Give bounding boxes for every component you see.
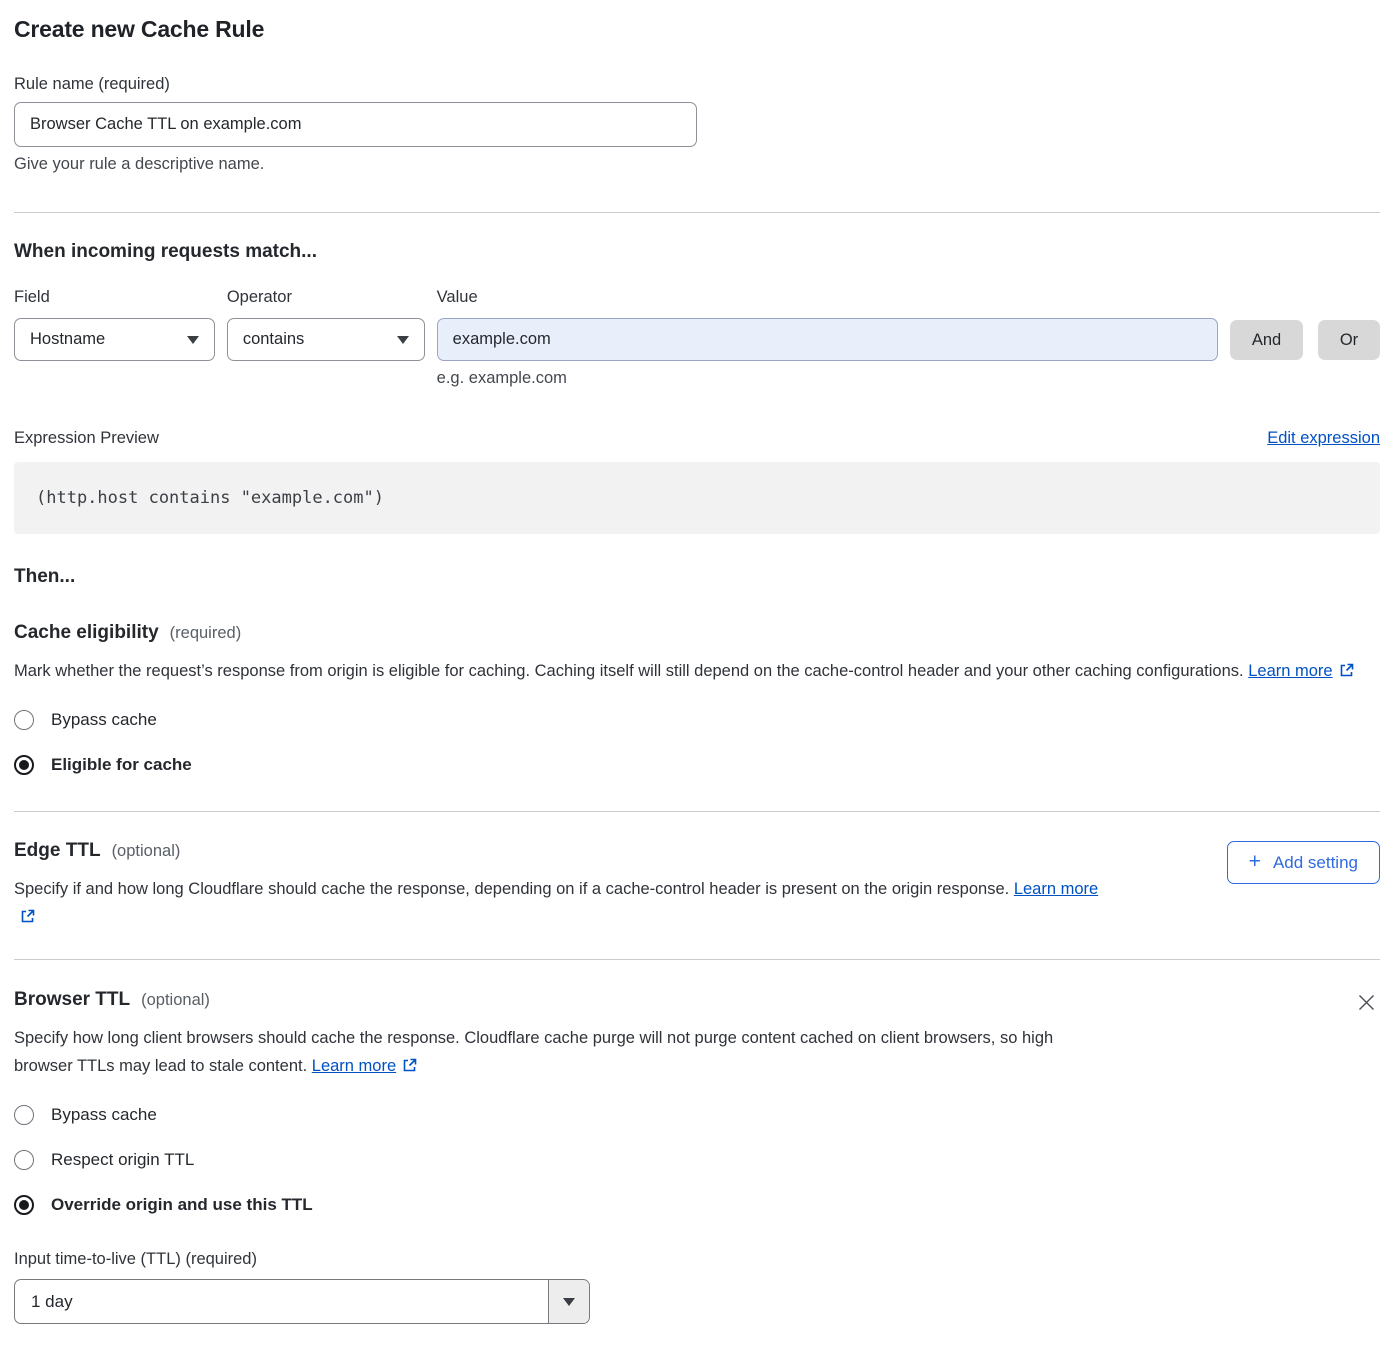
ttl-select[interactable]: 1 day <box>14 1279 590 1324</box>
or-button[interactable]: Or <box>1318 320 1380 360</box>
radio-label: Bypass cache <box>51 1105 157 1125</box>
radio-icon <box>14 710 34 730</box>
edge-ttl-learn-more-link[interactable]: Learn more <box>1014 880 1098 898</box>
radio-bypass-cache[interactable]: Bypass cache <box>14 710 1380 730</box>
radio-respect-origin-ttl[interactable]: Respect origin TTL <box>14 1150 1380 1170</box>
radio-eligible-for-cache[interactable]: Eligible for cache <box>14 755 1380 775</box>
external-link-icon <box>402 1058 417 1073</box>
radio-label: Respect origin TTL <box>51 1150 194 1170</box>
browser-ttl-description: Specify how long client browsers should … <box>14 1024 1109 1080</box>
rule-name-helper: Give your rule a descriptive name. <box>14 155 1380 174</box>
close-icon <box>1357 993 1376 1012</box>
cache-eligibility-title: Cache eligibility <box>14 620 159 646</box>
page-title: Create new Cache Rule <box>14 14 1380 44</box>
value-input[interactable]: example.com <box>437 318 1218 361</box>
operator-label: Operator <box>227 285 425 309</box>
match-condition-row: Field Hostname Operator contains Value e… <box>14 285 1380 388</box>
radio-checked-icon <box>14 755 34 775</box>
chevron-down-icon <box>563 1298 575 1306</box>
field-label: Field <box>14 285 215 309</box>
divider <box>14 811 1380 812</box>
value-input-value: example.com <box>453 330 551 349</box>
ttl-select-arrow[interactable] <box>548 1280 589 1323</box>
edit-expression-link[interactable]: Edit expression <box>1267 429 1380 448</box>
ttl-input-label: Input time-to-live (TTL) (required) <box>14 1247 1380 1271</box>
edge-ttl-badge: (optional) <box>112 842 181 861</box>
edge-ttl-heading-row: Edge TTL (optional) <box>14 838 1227 864</box>
radio-browser-bypass-cache[interactable]: Bypass cache <box>14 1105 1380 1125</box>
field-select[interactable]: Hostname <box>14 318 215 361</box>
add-setting-button[interactable]: + Add setting <box>1227 841 1380 884</box>
cache-eligibility-learn-more-link[interactable]: Learn more <box>1248 662 1332 680</box>
then-heading: Then... <box>14 564 1380 590</box>
chevron-down-icon <box>187 336 199 344</box>
cache-eligibility-heading-row: Cache eligibility (required) <box>14 620 1380 646</box>
radio-icon <box>14 1150 34 1170</box>
field-select-value: Hostname <box>30 330 105 349</box>
remove-browser-ttl-button[interactable] <box>1353 989 1380 1019</box>
chevron-down-icon <box>397 336 409 344</box>
radio-label: Override origin and use this TTL <box>51 1195 313 1215</box>
rule-name-value: Browser Cache TTL on example.com <box>30 115 301 134</box>
rule-name-label: Rule name (required) <box>14 72 1380 96</box>
external-link-icon <box>20 909 35 924</box>
cache-eligibility-description: Mark whether the request’s response from… <box>14 657 1380 685</box>
expression-preview-label: Expression Preview <box>14 426 159 450</box>
ttl-select-value: 1 day <box>15 1280 548 1323</box>
browser-ttl-learn-more-link[interactable]: Learn more <box>312 1057 396 1075</box>
and-button[interactable]: And <box>1230 320 1303 360</box>
edge-ttl-title: Edge TTL <box>14 838 101 864</box>
divider <box>14 212 1380 213</box>
edge-ttl-description: Specify if and how long Cloudflare shoul… <box>14 875 1109 931</box>
operator-select-value: contains <box>243 330 304 349</box>
expression-code-block: (http.host contains "example.com") <box>14 462 1380 534</box>
operator-select[interactable]: contains <box>227 318 425 361</box>
radio-override-origin-ttl[interactable]: Override origin and use this TTL <box>14 1195 1380 1215</box>
external-link-icon <box>1339 663 1354 678</box>
browser-ttl-section: Browser TTL (optional) Specify how long … <box>14 987 1380 1080</box>
radio-icon <box>14 1105 34 1125</box>
radio-label: Bypass cache <box>51 710 157 730</box>
browser-ttl-title: Browser TTL <box>14 987 130 1013</box>
match-section-heading: When incoming requests match... <box>14 239 1380 265</box>
browser-ttl-badge: (optional) <box>141 991 210 1010</box>
edge-ttl-section: Edge TTL (optional) Specify if and how l… <box>14 838 1380 931</box>
plus-icon: + <box>1249 851 1261 872</box>
value-helper: e.g. example.com <box>437 369 1218 388</box>
browser-ttl-heading-row: Browser TTL (optional) <box>14 987 1353 1013</box>
create-cache-rule-form: Create new Cache Rule Rule name (require… <box>0 0 1400 1352</box>
radio-label: Eligible for cache <box>51 755 192 775</box>
add-setting-label: Add setting <box>1273 853 1358 873</box>
value-label: Value <box>437 285 1218 309</box>
cache-eligibility-badge: (required) <box>170 624 242 643</box>
expression-preview-row: Expression Preview Edit expression <box>14 426 1380 450</box>
rule-name-input[interactable]: Browser Cache TTL on example.com <box>14 102 697 147</box>
radio-checked-icon <box>14 1195 34 1215</box>
divider <box>14 959 1380 960</box>
